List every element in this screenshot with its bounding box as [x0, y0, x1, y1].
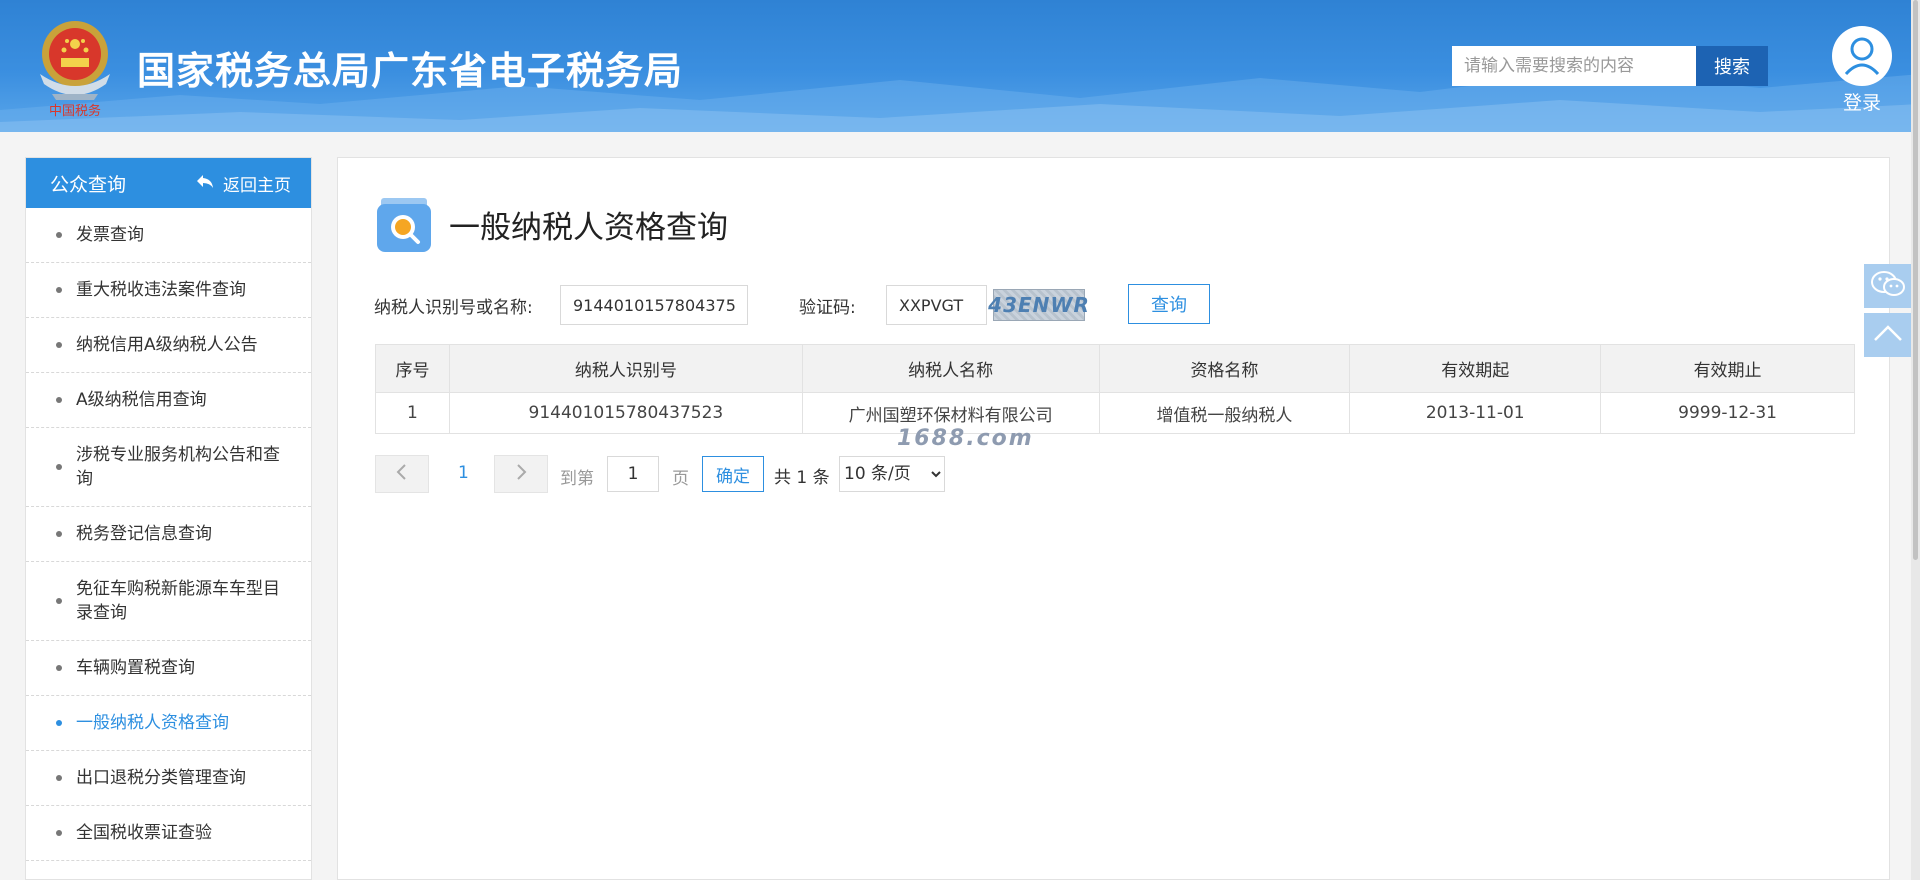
table-header-row: 序号 纳税人识别号 纳税人名称 资格名称 有效期起 有效期止 [375, 344, 1855, 393]
sidebar-item-label: 一般纳税人资格查询 [76, 713, 229, 733]
site-title: 国家税务总局广东省电子税务局 [137, 49, 684, 93]
search-magnifier-icon [375, 196, 433, 254]
sidebar-item-label: 车辆购置税查询 [76, 658, 195, 678]
page-number[interactable]: 1 [458, 463, 469, 483]
goto-label: 到第 [560, 469, 594, 489]
page-unit-label: 页 [672, 469, 689, 489]
captcha-input[interactable] [886, 285, 987, 325]
sidebar-item-nev-catalog[interactable]: 免征车购税新能源车车型目录查询 [26, 562, 311, 641]
scrollbar-thumb[interactable] [1913, 0, 1918, 560]
national-emblem-icon: 中国税务 [30, 14, 120, 119]
bullet-icon [56, 232, 62, 238]
table-cell: 9999-12-31 [1600, 392, 1855, 434]
bullet-icon [56, 287, 62, 293]
column-header: 纳税人名称 [801, 344, 1100, 393]
sidebar-item-label: A级纳税信用查询 [76, 390, 207, 410]
total-count: 共 1 条 [774, 468, 830, 488]
bullet-icon [56, 531, 62, 537]
sidebar-item-label: 重大税收违法案件查询 [76, 280, 246, 300]
result-table: 序号 纳税人识别号 纳税人名称 资格名称 有效期起 有效期止 1 9144010… [375, 344, 1855, 434]
bullet-icon [56, 342, 62, 348]
sidebar-title: 公众查询 [50, 173, 127, 196]
table-cell: 1 [375, 392, 450, 434]
watermark: 1688.com [897, 426, 1034, 451]
table-cell: 增值税一般纳税人 [1098, 392, 1351, 434]
sidebar-item-tax-violation[interactable]: 重大税收违法案件查询 [26, 263, 311, 318]
table-row: 1 914401015780437523 广州国塑环保材料有限公司 增值税一般纳… [375, 392, 1855, 434]
back-arrow-icon [195, 173, 215, 194]
captcha-image[interactable]: 43ENWR [988, 289, 1089, 321]
column-header: 纳税人识别号 [448, 344, 803, 393]
sidebar-item-service-agency[interactable]: 涉税专业服务机构公告和查询 [26, 428, 311, 507]
wechat-icon [1870, 269, 1906, 303]
sidebar-item-registration[interactable]: 税务登记信息查询 [26, 507, 311, 562]
sidebar-item-label: 税务登记信息查询 [76, 524, 212, 544]
sidebar-item-general-taxpayer[interactable]: 一般纳税人资格查询 [26, 696, 311, 751]
bullet-icon [56, 464, 62, 470]
captcha-label: 验证码: [799, 298, 856, 318]
taxpayer-id-input[interactable] [560, 285, 748, 325]
back-home-label: 返回主页 [223, 175, 291, 196]
prev-page-button[interactable] [375, 455, 429, 493]
taxpayer-label: 纳税人识别号或名称: [374, 298, 533, 318]
confirm-page-button[interactable]: 确定 [702, 456, 764, 492]
main-content: 一般纳税人资格查询 纳税人识别号或名称: 验证码: 43ENWR 查询 序号 纳… [337, 157, 1890, 880]
svg-text:中国税务: 中国税务 [49, 103, 101, 118]
site-header: 中国税务 国家税务总局广东省电子税务局 搜索 登录 [0, 0, 1920, 132]
page-title: 一般纳税人资格查询 [449, 210, 728, 246]
sidebar-item-label: 纳税信用A级纳税人公告 [76, 335, 258, 355]
table-cell: 914401015780437523 [448, 392, 803, 434]
sidebar-header: 公众查询 返回主页 [26, 158, 311, 208]
table-cell: 2013-11-01 [1349, 392, 1602, 434]
query-button[interactable]: 查询 [1128, 284, 1210, 324]
sidebar-item-label: 涉税专业服务机构公告和查询 [76, 445, 280, 489]
column-header: 有效期起 [1349, 344, 1602, 393]
sidebar-item-tax-receipt[interactable]: 全国税收票证查验 [26, 806, 311, 861]
page-size-select[interactable]: 10 条/页 [839, 456, 945, 492]
bullet-icon [56, 397, 62, 403]
column-header: 序号 [375, 344, 450, 393]
sidebar-item-label: 全国税收票证查验 [76, 823, 212, 843]
wechat-button[interactable] [1864, 264, 1912, 308]
bullet-icon [56, 598, 62, 604]
goto-page-input[interactable] [607, 456, 659, 492]
sidebar-item-invoice-query[interactable]: 发票查询 [26, 208, 311, 263]
sidebar-item-a-credit-query[interactable]: A级纳税信用查询 [26, 373, 311, 428]
bullet-icon [56, 665, 62, 671]
sidebar-item-export-refund[interactable]: 出口退税分类管理查询 [26, 751, 311, 806]
back-to-top-icon [1872, 322, 1904, 348]
sidebar-item-vehicle-tax[interactable]: 车辆购置税查询 [26, 641, 311, 696]
next-page-button[interactable] [494, 455, 548, 493]
user-avatar-icon[interactable] [1832, 26, 1892, 86]
column-header: 有效期止 [1600, 344, 1855, 393]
bullet-icon [56, 830, 62, 836]
sidebar-item-label: 免征车购税新能源车车型目录查询 [76, 579, 280, 623]
sidebar-item-label: 发票查询 [76, 225, 144, 245]
search-input[interactable] [1452, 46, 1696, 86]
search-button[interactable]: 搜索 [1696, 46, 1768, 86]
back-to-top-button[interactable] [1864, 313, 1912, 357]
chevron-left-icon [395, 462, 409, 487]
chevron-right-icon [514, 462, 528, 487]
back-home-link[interactable]: 返回主页 [195, 171, 291, 196]
bullet-icon [56, 720, 62, 726]
login-link[interactable]: 登录 [1836, 88, 1888, 115]
sidebar-item-label: 出口退税分类管理查询 [76, 768, 246, 788]
bullet-icon [56, 775, 62, 781]
sidebar: 公众查询 返回主页 发票查询 重大税收违法案件查询 纳税信用A级纳税人公告 A级… [25, 157, 312, 880]
sidebar-item-a-credit-notice[interactable]: 纳税信用A级纳税人公告 [26, 318, 311, 373]
column-header: 资格名称 [1098, 344, 1351, 393]
